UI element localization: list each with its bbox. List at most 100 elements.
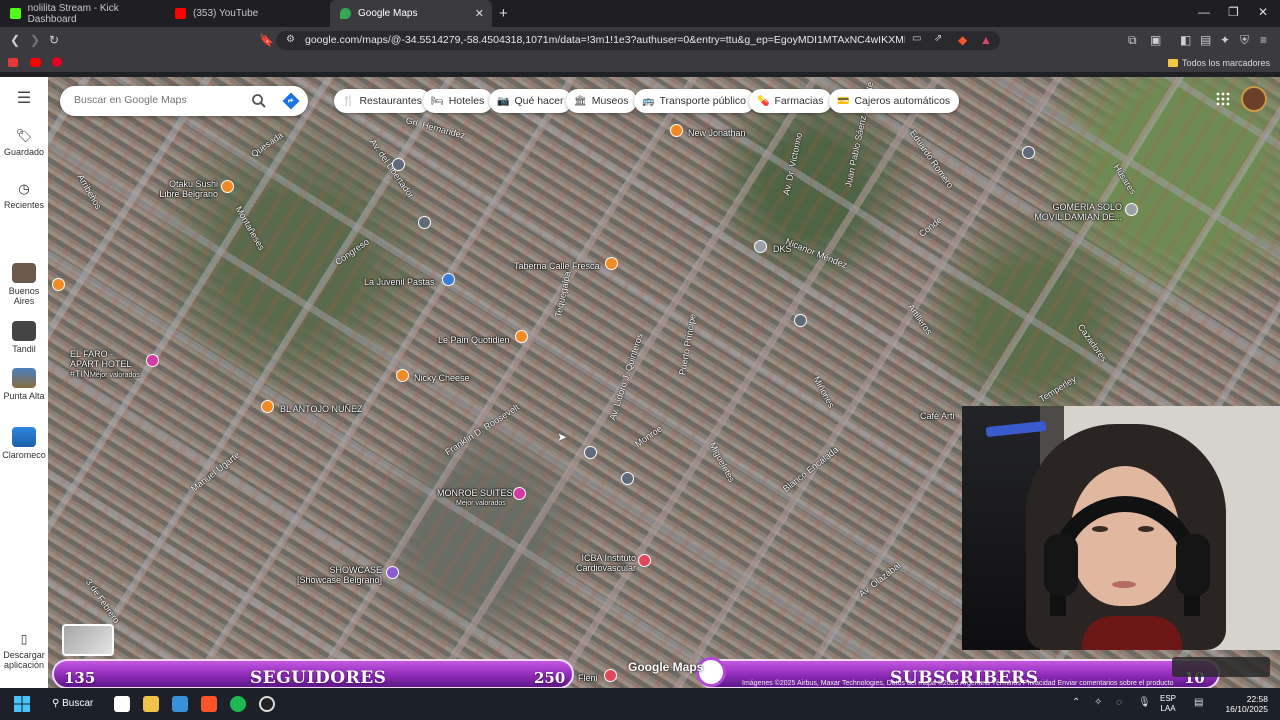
new-tab-button[interactable]: + [499,5,508,22]
obs-icon[interactable] [259,696,275,712]
transit-pin[interactable] [418,216,431,229]
transit-pin[interactable] [584,446,597,459]
google-apps-icon[interactable] [1216,92,1230,106]
transit-pin[interactable] [1022,146,1035,159]
tray-chevron-icon[interactable]: ⌃ [1072,697,1080,708]
app-icon[interactable] [172,696,188,712]
hotel-pin[interactable] [513,487,526,500]
restore-button[interactable]: ❐ [1228,5,1239,19]
layers-toggle[interactable] [62,624,114,656]
maps-menu-icon[interactable]: ☰ [0,91,48,107]
poi-label[interactable]: BL ANTOJO NUÑEZ [280,404,363,414]
brave-shield-icon[interactable]: ◆ [958,33,967,47]
chip-hotels[interactable]: 🛏 Hoteles [423,89,494,113]
rail-punta-alta[interactable]: Punta Alta [0,368,48,401]
extensions-icon[interactable]: ⧉ [1128,33,1137,48]
directions-icon[interactable] [282,92,300,110]
brave-rewards-icon[interactable]: ▲ [980,33,992,47]
chip-things-to-do[interactable]: 📷 Qué hacer [489,89,573,113]
back-icon[interactable]: ❮ [10,33,20,47]
menu-icon[interactable]: ≡ [1260,33,1267,47]
transit-pin[interactable] [794,314,807,327]
brave-icon[interactable] [201,696,217,712]
rail-buenos-aires[interactable]: Buenos Aires [0,263,48,306]
rail-saved[interactable]: 🏷 Guardado [0,129,48,157]
chip-pharmacies[interactable]: 💊 Farmacias [749,89,833,113]
search-icon[interactable] [250,92,268,110]
poi-label[interactable]: Taberna Calle Fresca [514,261,600,271]
site-info-icon[interactable]: ⚙ [286,34,295,45]
minimize-button[interactable]: — [1198,5,1210,19]
leo-icon[interactable]: ✦ [1220,33,1230,47]
youtube-bookmark-icon[interactable] [30,58,41,67]
spotify-icon[interactable] [230,696,246,712]
hospital-pin[interactable] [604,669,617,682]
windows-start-icon[interactable] [14,696,30,712]
place-pin[interactable] [1125,203,1138,216]
restaurant-pin[interactable] [221,180,234,193]
tab-kick[interactable]: nolilita Stream - Kick Dashboard [0,0,165,27]
maps-search-input[interactable] [74,94,244,106]
map-controls[interactable] [1172,657,1270,677]
cast-icon[interactable]: ▭ [912,33,921,44]
all-bookmarks[interactable]: Todos los marcadores [1167,58,1270,68]
language-indicator[interactable]: ESP LAA [1160,694,1176,714]
chip-transit[interactable]: 🚌 Transporte público [634,89,756,113]
file-explorer-icon[interactable] [143,696,159,712]
restaurant-pin[interactable] [261,400,274,413]
shop-pin[interactable] [442,273,455,286]
poi-label[interactable]: GOMERIA SOLO MOVIL DAMIAN DE... [1034,202,1122,222]
restaurant-pin[interactable] [515,330,528,343]
restaurant-pin[interactable] [52,278,65,291]
reload-icon[interactable]: ↻ [49,33,59,47]
chip-museums[interactable]: 🏛 Museos [566,89,638,113]
poi-label[interactable]: DKS [773,244,792,254]
pinterest-icon[interactable] [52,57,62,67]
close-tab-icon[interactable]: ✕ [475,7,484,20]
chip-restaurants[interactable]: 🍴 Restaurantes [334,89,431,113]
rail-download-app[interactable]: ▯ Descargar aplicación [0,633,48,670]
place-pin[interactable] [754,240,767,253]
account-avatar[interactable] [1241,86,1267,112]
entertainment-pin[interactable] [386,566,399,579]
hospital-pin[interactable] [638,554,651,567]
close-window-button[interactable]: ✕ [1258,5,1268,19]
restaurant-pin[interactable] [396,369,409,382]
sidebar-icon[interactable]: ▣ [1150,33,1161,47]
bookmark-icon[interactable]: 🔖 [259,33,274,47]
poi-label[interactable]: New Jonathan [688,128,746,138]
transit-pin[interactable] [621,472,634,485]
restaurant-pin[interactable] [605,257,618,270]
url-text[interactable]: google.com/maps/@-34.5514279,-58.4504318… [305,34,905,46]
tray-app-icon[interactable]: ✧ [1094,697,1102,708]
tab-google-maps[interactable]: Google Maps ✕ [330,0,492,27]
poi-label[interactable]: Fleni [578,673,598,683]
restaurant-pin[interactable] [670,124,683,137]
microphone-icon[interactable]: 🎙 [1138,697,1151,708]
chip-atms[interactable]: 💳 Cajeros automáticos [829,89,960,113]
taskbar-search[interactable]: ⚲ Buscar [52,698,93,709]
poi-label[interactable]: ICBA Instituto Cardiovascular [570,553,636,573]
wallet-icon[interactable]: ▤ [1200,33,1211,47]
poi-label[interactable]: Nicky Cheese [414,373,470,383]
maps-search-box[interactable] [60,86,308,116]
transit-pin[interactable] [392,158,405,171]
tab-youtube[interactable]: (353) YouTube [165,0,330,27]
poi-label[interactable]: SHOWCASE [Showcase Belgrano] [294,565,382,585]
vpn-icon[interactable]: ⛨ [1240,33,1249,48]
poi-label[interactable]: Le Pain Quotidien [438,335,510,345]
tray-app-icon[interactable]: ◌ [1116,697,1122,708]
network-icon[interactable]: ▤ [1194,697,1203,708]
taskbar-clock[interactable]: 22:58 16/10/2025 [1222,694,1268,714]
gmail-icon[interactable] [8,58,18,67]
rail-claromeco[interactable]: Claromeco [0,427,48,460]
task-view-icon[interactable] [114,696,130,712]
split-view-icon[interactable]: ◧ [1180,33,1191,47]
poi-label[interactable]: Café Arti [920,411,955,421]
share-icon[interactable]: ⇗ [934,33,942,44]
rail-tandil[interactable]: Tandil [0,321,48,354]
poi-label[interactable]: MONROE SUITES [437,488,513,498]
poi-label[interactable]: Otaku Sushi Libre Belgrano [158,179,218,199]
hotel-pin[interactable] [146,354,159,367]
rail-recents[interactable]: ◷ Recientes [0,182,48,210]
